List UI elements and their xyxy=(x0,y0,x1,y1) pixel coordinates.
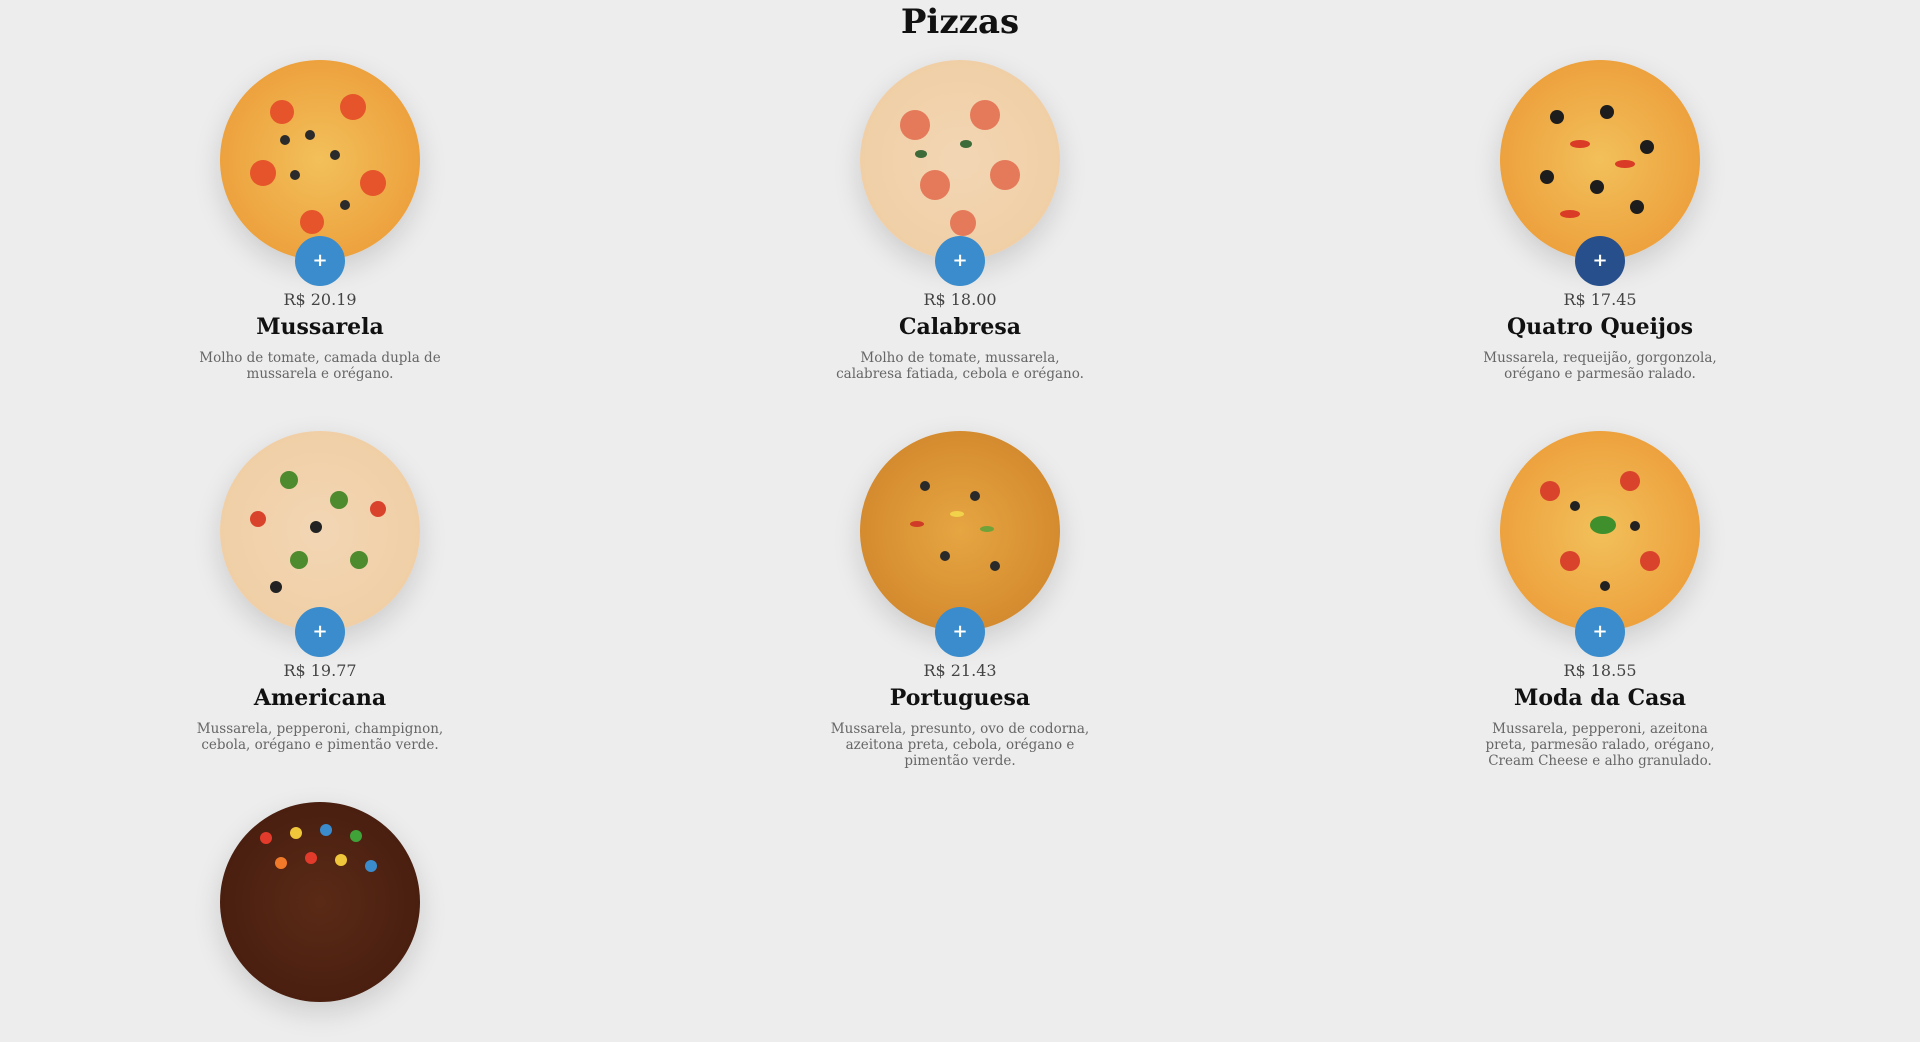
add-button-moda-da-casa[interactable]: + xyxy=(1575,607,1625,657)
pizza-name: Moda da Casa xyxy=(1513,685,1687,711)
add-button-americana[interactable]: + xyxy=(295,607,345,657)
add-button-calabresa[interactable]: + xyxy=(935,236,985,286)
pizza-name: Mussarela xyxy=(256,314,384,340)
pizza-card-chocolate xyxy=(0,802,640,1042)
quatro-queijos-pizza-image xyxy=(1500,60,1700,260)
calabresa-pizza-image xyxy=(860,60,1060,260)
pizza-card-quatro-queijos: + R$ 17.45 Quatro Queijos Mussarela, req… xyxy=(1280,60,1920,431)
moda-da-casa-pizza-image xyxy=(1500,431,1700,631)
pizza-grid: + R$ 20.19 Mussarela Molho de tomate, ca… xyxy=(0,60,1920,1042)
pizza-price: R$ 18.55 xyxy=(1563,661,1637,680)
pizza-price: R$ 19.77 xyxy=(283,661,357,680)
pizza-description: Mussarela, presunto, ovo de codorna, aze… xyxy=(830,721,1090,769)
pizza-description: Molho de tomate, mussarela, calabresa fa… xyxy=(836,350,1084,382)
portuguesa-pizza-image xyxy=(860,431,1060,631)
add-button-portuguesa[interactable]: + xyxy=(935,607,985,657)
pizza-price: R$ 18.00 xyxy=(923,290,997,309)
pizza-name: Portuguesa xyxy=(889,685,1031,711)
add-button-mussarela[interactable]: + xyxy=(295,236,345,286)
pizza-price: R$ 21.43 xyxy=(923,661,997,680)
pizza-name: Quatro Queijos xyxy=(1506,314,1694,340)
pizza-description: Mussarela, pepperoni, azeitona preta, pa… xyxy=(1485,721,1715,769)
pizza-description: Molho de tomate, camada dupla de mussare… xyxy=(199,350,441,382)
pizza-price: R$ 20.19 xyxy=(283,290,357,309)
add-button-quatro-queijos[interactable]: + xyxy=(1575,236,1625,286)
pizza-card-americana: + R$ 19.77 Americana Mussarela, pepperon… xyxy=(0,431,640,802)
pizza-name: Americana xyxy=(253,685,387,711)
chocolate-pizza-image xyxy=(220,802,420,1002)
pizza-card-mussarela: + R$ 20.19 Mussarela Molho de tomate, ca… xyxy=(0,60,640,431)
pizza-description: Mussarela, pepperoni, champignon, cebola… xyxy=(196,721,444,753)
pizza-price: R$ 17.45 xyxy=(1563,290,1637,309)
page-title: Pizzas xyxy=(900,2,1020,42)
mussarela-pizza-image xyxy=(220,60,420,260)
pizza-card-moda-da-casa: + R$ 18.55 Moda da Casa Mussarela, peppe… xyxy=(1280,431,1920,802)
americana-pizza-image xyxy=(220,431,420,631)
pizza-description: Mussarela, requeijão, gorgonzola, orégan… xyxy=(1483,350,1717,382)
pizza-card-portuguesa: + R$ 21.43 Portuguesa Mussarela, presunt… xyxy=(640,431,1280,802)
pizza-card-calabresa: + R$ 18.00 Calabresa Molho de tomate, mu… xyxy=(640,60,1280,431)
pizza-name: Calabresa xyxy=(899,314,1021,340)
